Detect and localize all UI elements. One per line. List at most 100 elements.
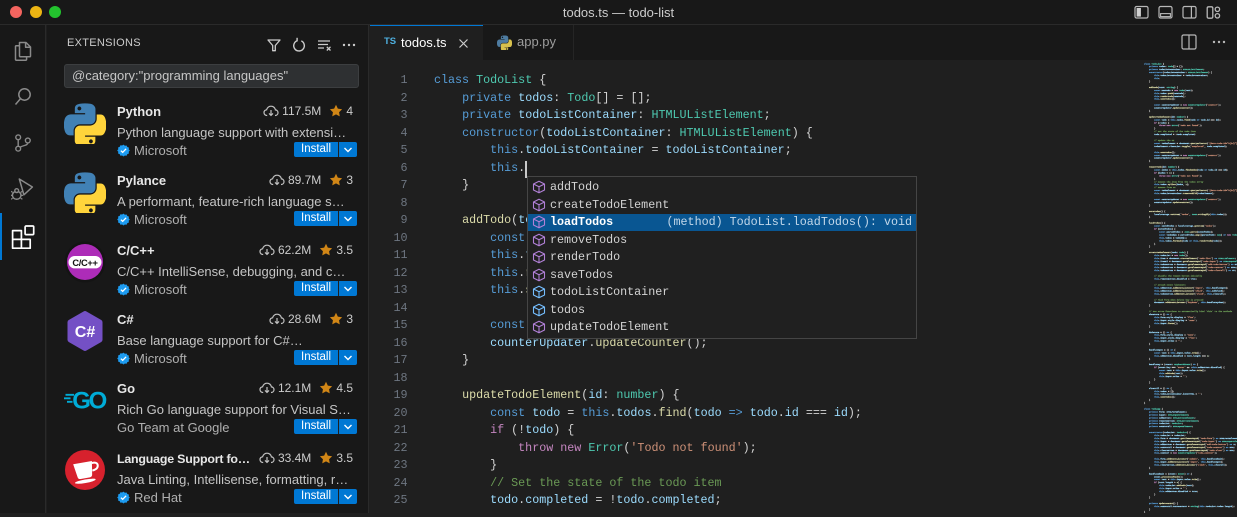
svg-text:const: const xyxy=(1154,169,1161,172)
svg-text:]: ] xyxy=(1174,65,1175,68)
svg-text::: : xyxy=(1181,68,1182,71)
svg-text:): ) xyxy=(1162,210,1163,213)
svg-text:getElementById: getElementById xyxy=(1189,449,1207,452)
svg-text:,: , xyxy=(1183,183,1184,186)
svg-text:;: ; xyxy=(1173,390,1174,393)
svg-text:=: = xyxy=(1181,487,1183,490)
svg-text:todos: todos xyxy=(1159,65,1166,68)
svg-text:'input': 'input' xyxy=(1189,461,1198,464)
svg-text:=>: => xyxy=(1204,169,1207,172)
svg-text::: : xyxy=(1176,472,1177,475)
svg-text:{: { xyxy=(1178,166,1180,169)
svg-text:if: if xyxy=(1154,228,1157,231)
svg-text:=: = xyxy=(1177,142,1179,145)
svg-text:disabled: disabled xyxy=(1211,366,1222,369)
svg-text:const: const xyxy=(1154,351,1161,354)
svg-text:=: = xyxy=(1168,351,1170,354)
svg-text:counterUpdater: counterUpdater xyxy=(1154,157,1172,160)
svg-text:): ) xyxy=(1184,115,1185,118)
svg-text:}: } xyxy=(1149,304,1151,307)
svg-text:;: ; xyxy=(1201,124,1202,127)
svg-text::: : xyxy=(1172,363,1173,366)
svg-text:): ) xyxy=(1164,387,1165,390)
svg-text:input: input xyxy=(1160,322,1167,325)
svg-text:new: new xyxy=(1174,89,1179,92)
svg-text:C#: C# xyxy=(75,324,96,341)
svg-text:addTodo: addTodo xyxy=(1165,372,1175,375)
svg-text:todoList: todoList xyxy=(1206,505,1217,508)
svg-text:document: document xyxy=(1176,443,1187,446)
svg-text:counterEl: counterEl xyxy=(1159,425,1171,428)
svg-text:todoList: todoList xyxy=(1159,422,1170,425)
svg-text:handleInput: handleInput xyxy=(1207,461,1222,464)
svg-text:private: private xyxy=(1149,65,1159,68)
svg-text:{: { xyxy=(1223,366,1225,369)
svg-text:=: = xyxy=(1186,337,1188,340)
svg-text:=: = xyxy=(1172,254,1174,257)
svg-text:Error: Error xyxy=(1172,174,1179,177)
svg-text:handleSubmit: handleSubmit xyxy=(1149,472,1165,475)
svg-text:;: ; xyxy=(1197,490,1198,493)
svg-text:}: } xyxy=(1154,127,1156,130)
svg-text:=: = xyxy=(1168,478,1170,481)
svg-text::: : xyxy=(1170,416,1171,419)
svg-text:HTMLLIElement: HTMLLIElement xyxy=(1218,257,1235,260)
svg-text:todos: todos xyxy=(1165,236,1172,239)
svg-text:'none': 'none' xyxy=(1188,319,1196,322)
svg-text:{: { xyxy=(1177,502,1179,505)
svg-text:}: } xyxy=(1149,399,1151,402)
svg-text:disabled: disabled xyxy=(1177,278,1188,281)
svg-text:new: new xyxy=(1167,174,1172,177)
svg-text:input: input xyxy=(1159,413,1166,416)
svg-text:;: ; xyxy=(1221,239,1222,242)
svg-text:addEventListener: addEventListener xyxy=(1176,464,1197,467)
svg-text:;: ; xyxy=(1188,183,1189,186)
svg-text:'': '' xyxy=(1183,375,1186,378)
svg-text:): ) xyxy=(1223,446,1224,449)
svg-text:;: ; xyxy=(1227,169,1228,172)
svg-text:style: style xyxy=(1168,337,1175,340)
svg-text::: : xyxy=(1165,65,1166,68)
svg-text:.: . xyxy=(1159,77,1160,80)
svg-text:getElementById: getElementById xyxy=(1188,266,1206,269)
svg-text:): ) xyxy=(1164,331,1165,334)
svg-text:=>: => xyxy=(1167,387,1170,390)
svg-text:forEach: forEach xyxy=(1173,239,1183,242)
svg-text:todoButton: todoButton xyxy=(1160,269,1173,272)
svg-text:{: { xyxy=(1191,472,1193,475)
svg-text:handleInput: handleInput xyxy=(1212,287,1227,290)
svg-text:const: const xyxy=(1154,104,1161,107)
svg-text:=: = xyxy=(1188,505,1190,508)
svg-text:new: new xyxy=(1167,124,1172,127)
svg-text:event: event xyxy=(1165,363,1172,366)
svg-text:,: , xyxy=(1204,292,1205,295)
svg-text:findIndex: findIndex xyxy=(1186,169,1198,172)
svg-text:// Remove from UI: // Remove from UI xyxy=(1154,186,1176,189)
svg-text:}: } xyxy=(1149,466,1151,469)
svg-text:removeButton: removeButton xyxy=(1159,419,1175,422)
svg-text:=: = xyxy=(1174,269,1176,272)
svg-text:document: document xyxy=(1177,263,1188,266)
svg-text:as: as xyxy=(1220,260,1223,263)
svg-text:=>: => xyxy=(1167,313,1170,316)
svg-text:{: { xyxy=(1181,481,1183,484)
svg-text:}: } xyxy=(1149,110,1151,113)
svg-text:KeyboardEvent: KeyboardEvent xyxy=(1174,363,1191,366)
svg-text:Event: Event xyxy=(1178,472,1185,475)
svg-text:;: ; xyxy=(1194,416,1195,419)
svg-text:;: ; xyxy=(1233,446,1234,449)
svg-text:'click': 'click' xyxy=(1197,464,1206,467)
svg-text:): ) xyxy=(1227,443,1228,446)
svg-text:'click': 'click' xyxy=(1194,289,1203,292)
svg-text:): ) xyxy=(1162,222,1163,225)
svg-text:;: ; xyxy=(1233,505,1234,508)
svg-text:;: ; xyxy=(1182,65,1183,68)
svg-text:document: document xyxy=(1154,301,1165,304)
svg-text:=>: => xyxy=(1193,363,1196,366)
svg-text:clearAll: clearAll xyxy=(1149,387,1160,390)
svg-text:const: const xyxy=(1154,198,1161,201)
svg-text:as: as xyxy=(1228,269,1231,272)
svg-text:todoListContainer: todoListContainer xyxy=(1159,68,1181,71)
svg-text:===: === xyxy=(1202,354,1207,357)
svg-text:classList: classList xyxy=(1169,145,1181,148)
